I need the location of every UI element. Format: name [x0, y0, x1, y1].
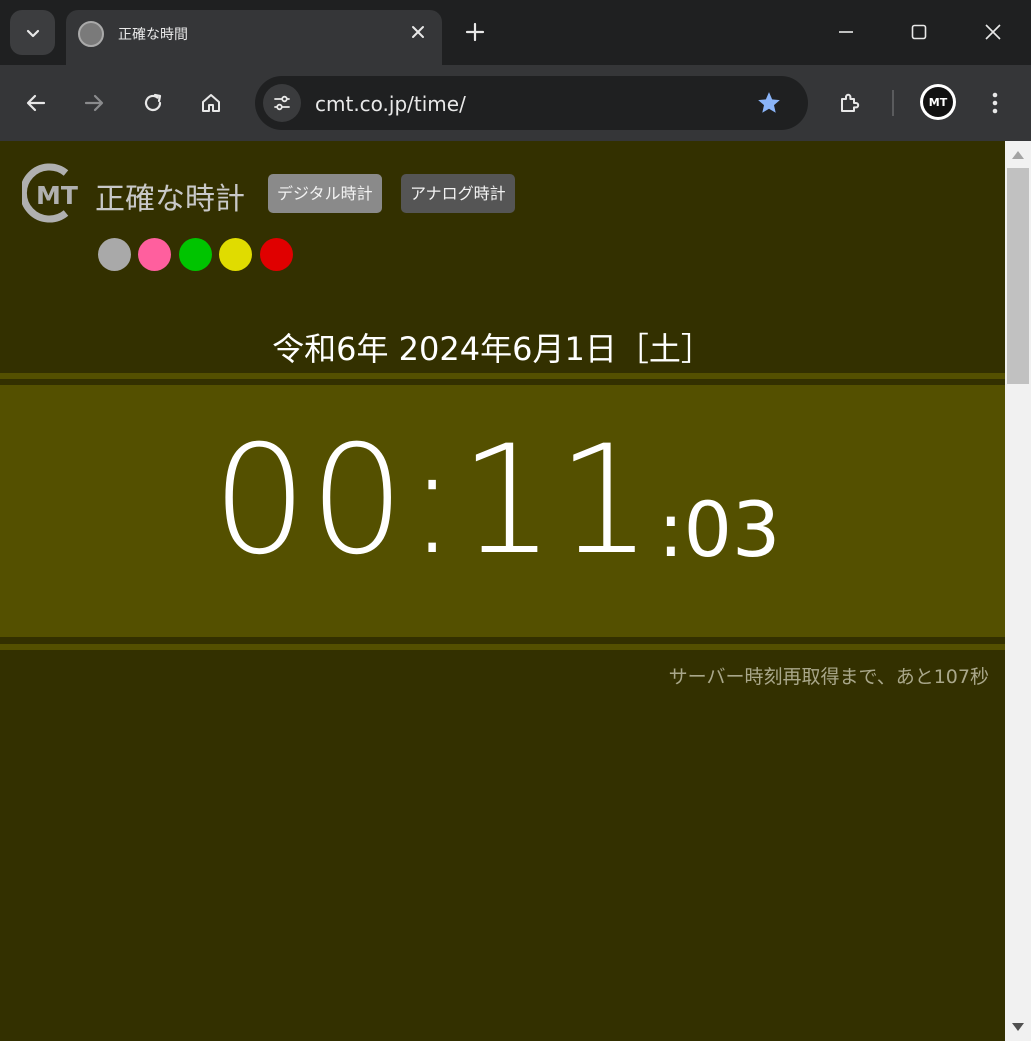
color-swatch-yellow[interactable]: [219, 238, 252, 271]
browser-menu-button[interactable]: [976, 84, 1014, 122]
time-hours-minutes: 00:11: [212, 414, 655, 588]
new-tab-button[interactable]: [460, 17, 490, 47]
tab-title: 正確な時間: [118, 27, 188, 43]
tune-icon: [274, 95, 290, 111]
home-icon: [202, 94, 220, 112]
color-swatch-pink[interactable]: [138, 238, 171, 271]
time-seconds: :03: [658, 485, 781, 574]
toolbar-separator: [892, 90, 894, 116]
scroll-up-arrow-icon[interactable]: [1012, 151, 1024, 159]
tab-search-button[interactable]: [10, 10, 55, 55]
more-vertical-icon: [992, 92, 998, 114]
maximize-button[interactable]: [899, 12, 939, 52]
profile-avatar[interactable]: MT: [920, 84, 956, 120]
page-scrollbar[interactable]: [1005, 141, 1031, 1041]
plus-icon: [465, 22, 485, 42]
minimize-button[interactable]: [826, 12, 866, 52]
bookmark-button[interactable]: [754, 88, 784, 118]
close-icon: [985, 24, 1001, 40]
site-title: 正確な時計: [95, 182, 245, 217]
back-button[interactable]: [17, 84, 55, 122]
address-bar[interactable]: cmt.co.jp/time/: [255, 76, 808, 130]
color-swatch-gray[interactable]: [98, 238, 131, 271]
window-close-button[interactable]: [973, 12, 1013, 52]
browser-toolbar: cmt.co.jp/time/ MT: [0, 65, 1031, 141]
arrow-right-icon: [84, 94, 104, 112]
maximize-icon: [911, 24, 927, 40]
reload-icon: [144, 93, 162, 112]
band-divider-top: [0, 373, 1005, 379]
scroll-down-arrow-icon[interactable]: [1012, 1023, 1024, 1031]
profile-initials: MT: [923, 87, 953, 117]
home-button[interactable]: [192, 84, 230, 122]
forward-button[interactable]: [75, 84, 113, 122]
date-display: 令和6年 2024年6月1日［土］: [272, 330, 713, 368]
reload-button[interactable]: [134, 84, 172, 122]
color-swatch-green[interactable]: [179, 238, 212, 271]
star-icon: [758, 92, 780, 113]
cmt-logo[interactable]: MT: [22, 162, 84, 224]
tab-close-button[interactable]: [406, 20, 430, 44]
time-band: 00:11 :03: [0, 385, 1005, 637]
browser-tab[interactable]: 正確な時間: [66, 10, 442, 65]
digital-clock-button[interactable]: デジタル時計: [268, 174, 382, 213]
clock-favicon-icon: [78, 21, 104, 47]
page-viewport: MT 正確な時計 デジタル時計 アナログ時計 令和6年 2024年6月1日［土］…: [0, 141, 1005, 1041]
server-refresh-countdown: サーバー時刻再取得まで、あと107秒: [668, 666, 989, 688]
scroll-thumb[interactable]: [1007, 168, 1029, 384]
puzzle-icon: [841, 93, 860, 112]
chevron-down-icon: [26, 29, 39, 37]
extensions-button[interactable]: [831, 84, 869, 122]
minimize-icon: [839, 31, 853, 33]
close-icon: [412, 26, 424, 38]
browser-titlebar: 正確な時間: [0, 0, 1031, 65]
band-divider-bottom: [0, 644, 1005, 650]
arrow-left-icon: [26, 94, 46, 112]
color-swatch-red[interactable]: [260, 238, 293, 271]
site-info-button[interactable]: [263, 84, 301, 122]
analog-clock-button[interactable]: アナログ時計: [401, 174, 515, 213]
url-text[interactable]: cmt.co.jp/time/: [315, 92, 466, 116]
svg-text:MT: MT: [36, 181, 78, 210]
